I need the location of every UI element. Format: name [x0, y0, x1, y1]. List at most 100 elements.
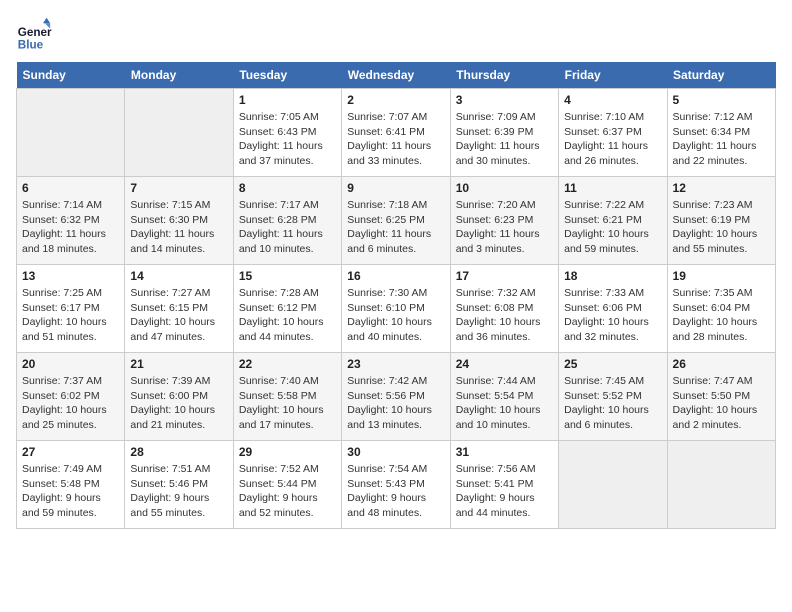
day-number: 27 — [22, 445, 119, 459]
daylight-text: Daylight: 10 hours and 40 minutes. — [347, 316, 432, 343]
day-detail: Sunrise: 7:10 AMSunset: 6:37 PMDaylight:… — [564, 110, 661, 169]
calendar-cell: 11 Sunrise: 7:22 AMSunset: 6:21 PMDayligh… — [559, 177, 667, 265]
day-number: 17 — [456, 269, 553, 283]
day-detail: Sunrise: 7:51 AMSunset: 5:46 PMDaylight:… — [130, 462, 227, 521]
sunset-text: Sunset: 6:15 PM — [130, 302, 208, 314]
day-detail: Sunrise: 7:44 AMSunset: 5:54 PMDaylight:… — [456, 374, 553, 433]
day-number: 3 — [456, 93, 553, 107]
sunset-text: Sunset: 6:43 PM — [239, 126, 317, 138]
daylight-text: Daylight: 10 hours and 13 minutes. — [347, 404, 432, 431]
sunset-text: Sunset: 6:30 PM — [130, 214, 208, 226]
sunrise-text: Sunrise: 7:12 AM — [673, 111, 753, 123]
calendar-body: 1 Sunrise: 7:05 AMSunset: 6:43 PMDaylight… — [17, 89, 776, 529]
daylight-text: Daylight: 10 hours and 28 minutes. — [673, 316, 758, 343]
calendar-cell: 21Sunrise: 7:39 AMSunset: 6:00 PMDayligh… — [125, 353, 233, 441]
sunrise-text: Sunrise: 7:42 AM — [347, 375, 427, 387]
calendar-cell: 13Sunrise: 7:25 AMSunset: 6:17 PMDayligh… — [17, 265, 125, 353]
daylight-text: Daylight: 9 hours and 48 minutes. — [347, 492, 426, 519]
calendar-cell: 12Sunrise: 7:23 AMSunset: 6:19 PMDayligh… — [667, 177, 775, 265]
calendar-cell — [125, 89, 233, 177]
calendar-cell: 8Sunrise: 7:17 AMSunset: 6:28 PMDaylight… — [233, 177, 341, 265]
sunrise-text: Sunrise: 7:10 AM — [564, 111, 644, 123]
weekday-header: Saturday — [667, 62, 775, 89]
day-detail: Sunrise: 7:49 AMSunset: 5:48 PMDaylight:… — [22, 462, 119, 521]
sunrise-text: Sunrise: 7:39 AM — [130, 375, 210, 387]
sunrise-text: Sunrise: 7:52 AM — [239, 463, 319, 475]
day-detail: Sunrise: 7:17 AMSunset: 6:28 PMDaylight:… — [239, 198, 336, 257]
calendar-cell — [667, 441, 775, 529]
sunset-text: Sunset: 6:12 PM — [239, 302, 317, 314]
day-number: 6 — [22, 181, 119, 195]
calendar-week-row: 27 Sunrise: 7:49 AMSunset: 5:48 PMDayligh… — [17, 441, 776, 529]
calendar-cell: 30Sunrise: 7:54 AMSunset: 5:43 PMDayligh… — [342, 441, 450, 529]
daylight-text: Daylight: 9 hours and 44 minutes. — [456, 492, 535, 519]
sunset-text: Sunset: 6:41 PM — [347, 126, 425, 138]
weekday-header: Monday — [125, 62, 233, 89]
daylight-text: Daylight: 11 hours and 22 minutes. — [673, 140, 757, 167]
calendar-cell: 23 Sunrise: 7:42 AMSunset: 5:56 PMDayligh… — [342, 353, 450, 441]
day-detail: Sunrise: 7:52 AMSunset: 5:44 PMDaylight:… — [239, 462, 336, 521]
daylight-text: Daylight: 9 hours and 55 minutes. — [130, 492, 209, 519]
day-detail: Sunrise: 7:07 AMSunset: 6:41 PMDaylight:… — [347, 110, 444, 169]
day-detail: Sunrise: 7:22 AMSunset: 6:21 PMDaylight:… — [564, 198, 661, 257]
sunset-text: Sunset: 6:32 PM — [22, 214, 100, 226]
day-number: 23 — [347, 357, 444, 371]
sunrise-text: Sunrise: 7:28 AM — [239, 287, 319, 299]
sunset-text: Sunset: 6:21 PM — [564, 214, 642, 226]
day-number: 22 — [239, 357, 336, 371]
day-detail: Sunrise: 7:18 AMSunset: 6:25 PMDaylight:… — [347, 198, 444, 257]
daylight-text: Daylight: 9 hours and 59 minutes. — [22, 492, 101, 519]
sunrise-text: Sunrise: 7:44 AM — [456, 375, 536, 387]
calendar-cell: 3 Sunrise: 7:09 AMSunset: 6:39 PMDaylight… — [450, 89, 558, 177]
sunset-text: Sunset: 5:58 PM — [239, 390, 317, 402]
day-detail: Sunrise: 7:05 AMSunset: 6:43 PMDaylight:… — [239, 110, 336, 169]
day-number: 24 — [456, 357, 553, 371]
calendar-cell: 25Sunrise: 7:45 AMSunset: 5:52 PMDayligh… — [559, 353, 667, 441]
sunset-text: Sunset: 6:02 PM — [22, 390, 100, 402]
daylight-text: Daylight: 11 hours and 14 minutes. — [130, 228, 214, 255]
day-detail: Sunrise: 7:42 AMSunset: 5:56 PMDaylight:… — [347, 374, 444, 433]
day-number: 12 — [673, 181, 770, 195]
day-number: 19 — [673, 269, 770, 283]
sunrise-text: Sunrise: 7:40 AM — [239, 375, 319, 387]
logo-icon: General Blue — [16, 16, 52, 52]
day-number: 13 — [22, 269, 119, 283]
sunrise-text: Sunrise: 7:07 AM — [347, 111, 427, 123]
daylight-text: Daylight: 11 hours and 26 minutes. — [564, 140, 648, 167]
sunset-text: Sunset: 6:10 PM — [347, 302, 425, 314]
day-number: 11 — [564, 181, 661, 195]
calendar-cell: 15Sunrise: 7:28 AMSunset: 6:12 PMDayligh… — [233, 265, 341, 353]
sunrise-text: Sunrise: 7:23 AM — [673, 199, 753, 211]
daylight-text: Daylight: 10 hours and 2 minutes. — [673, 404, 758, 431]
day-number: 7 — [130, 181, 227, 195]
day-detail: Sunrise: 7:09 AMSunset: 6:39 PMDaylight:… — [456, 110, 553, 169]
calendar-cell: 4Sunrise: 7:10 AMSunset: 6:37 PMDaylight… — [559, 89, 667, 177]
sunrise-text: Sunrise: 7:35 AM — [673, 287, 753, 299]
sunrise-text: Sunrise: 7:32 AM — [456, 287, 536, 299]
daylight-text: Daylight: 10 hours and 21 minutes. — [130, 404, 215, 431]
calendar-cell: 1 Sunrise: 7:05 AMSunset: 6:43 PMDaylight… — [233, 89, 341, 177]
daylight-text: Daylight: 9 hours and 52 minutes. — [239, 492, 318, 519]
sunrise-text: Sunrise: 7:51 AM — [130, 463, 210, 475]
day-detail: Sunrise: 7:39 AMSunset: 6:00 PMDaylight:… — [130, 374, 227, 433]
logo: General Blue — [16, 16, 56, 52]
weekday-header: Thursday — [450, 62, 558, 89]
day-number: 10 — [456, 181, 553, 195]
sunset-text: Sunset: 6:34 PM — [673, 126, 751, 138]
svg-text:General: General — [18, 26, 52, 39]
day-number: 20 — [22, 357, 119, 371]
calendar-cell: 19Sunrise: 7:35 AMSunset: 6:04 PMDayligh… — [667, 265, 775, 353]
calendar-cell: 26Sunrise: 7:47 AMSunset: 5:50 PMDayligh… — [667, 353, 775, 441]
day-detail: Sunrise: 7:45 AMSunset: 5:52 PMDaylight:… — [564, 374, 661, 433]
daylight-text: Daylight: 10 hours and 47 minutes. — [130, 316, 215, 343]
weekday-header: Friday — [559, 62, 667, 89]
sunrise-text: Sunrise: 7:25 AM — [22, 287, 102, 299]
day-number: 2 — [347, 93, 444, 107]
calendar-cell: 31Sunrise: 7:56 AMSunset: 5:41 PMDayligh… — [450, 441, 558, 529]
sunset-text: Sunset: 5:41 PM — [456, 478, 534, 490]
page-header: General Blue — [16, 16, 776, 52]
sunrise-text: Sunrise: 7:15 AM — [130, 199, 210, 211]
daylight-text: Daylight: 10 hours and 44 minutes. — [239, 316, 324, 343]
daylight-text: Daylight: 10 hours and 25 minutes. — [22, 404, 107, 431]
day-number: 1 — [239, 93, 336, 107]
